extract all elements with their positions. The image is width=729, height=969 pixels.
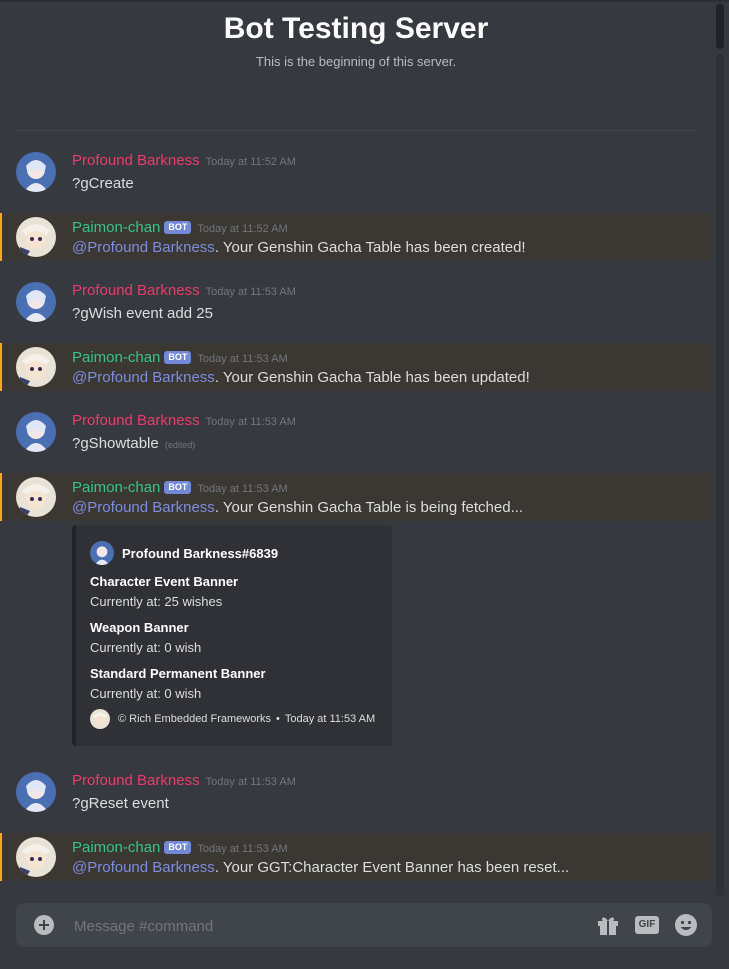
- gif-icon[interactable]: GIF: [635, 916, 659, 934]
- user-mention[interactable]: @Profound Barkness: [72, 499, 215, 516]
- username[interactable]: Profound Barkness: [72, 412, 200, 429]
- timestamp: Today at 11:53 AM: [197, 843, 288, 855]
- message-content: ?gCreate: [72, 175, 134, 192]
- embed-footer-separator: •: [276, 713, 280, 725]
- embed-field-value: Currently at: 0 wish: [90, 686, 202, 701]
- message-input[interactable]: [72, 903, 576, 949]
- message-text: ?gShowtable: [72, 435, 159, 452]
- embed-footer-text: © Rich Embedded Frameworks: [118, 713, 271, 725]
- embed-footer: © Rich Embedded Frameworks • Today at 11…: [90, 709, 375, 729]
- embed-field-value: Currently at: 0 wish: [90, 640, 202, 655]
- message-content: @Profound Barkness. Your Genshin Gacha T…: [72, 499, 523, 516]
- message-content: ?gReset event: [72, 795, 169, 812]
- message-header: Paimon-chan BOT Today at 11:53 AM: [72, 479, 288, 497]
- user-avatar-icon[interactable]: [16, 412, 56, 452]
- embed-field-value: Currently at: 25 wishes: [90, 594, 223, 609]
- server-title: Bot Testing Server: [223, 12, 489, 45]
- bot-avatar-icon[interactable]: [16, 217, 56, 257]
- bot-tag: BOT: [164, 841, 192, 854]
- message-content: @Profound Barkness. Your Genshin Gacha T…: [72, 369, 530, 386]
- message-item-mentioned[interactable]: Paimon-chan BOT Today at 11:53 AM @Profoun…: [0, 833, 712, 881]
- message-content: @Profound Barkness. Your Genshin Gacha T…: [72, 239, 526, 256]
- username[interactable]: Profound Barkness: [72, 282, 200, 299]
- bot-username[interactable]: Paimon-chan: [72, 839, 160, 856]
- timestamp: Today at 11:53 AM: [197, 483, 288, 495]
- user-avatar-icon[interactable]: [16, 152, 56, 192]
- message-content: ?gShowtable (edited): [72, 435, 195, 452]
- bot-tag: BOT: [164, 221, 192, 234]
- message-text: . Your Genshin Gacha Table has been crea…: [214, 239, 526, 256]
- embed-author-name: Profound Barkness#6839: [122, 545, 279, 561]
- embed-author-avatar-icon[interactable]: [90, 541, 114, 565]
- username[interactable]: Profound Barkness: [72, 772, 200, 789]
- message-content: @Profound Barkness. Your GGT:Character E…: [72, 859, 569, 876]
- server-subtitle: This is the beginning of this server.: [255, 54, 457, 69]
- user-avatar-icon[interactable]: [16, 772, 56, 812]
- message-item-mentioned[interactable]: Paimon-chan BOT Today at 11:53 AM @Profoun…: [0, 343, 712, 391]
- embed-field-name: Standard Permanent Banner: [90, 666, 266, 681]
- message-item-mentioned[interactable]: Paimon-chan BOT Today at 11:53 AM @Profoun…: [0, 473, 712, 521]
- channel-header: Bot Testing Server This is the beginning…: [0, 10, 712, 69]
- message-header: Paimon-chan BOT Today at 11:52 AM: [72, 219, 288, 237]
- user-mention[interactable]: @Profound Barkness: [72, 369, 215, 386]
- scrollbar-thumb[interactable]: [716, 4, 724, 49]
- bot-avatar-icon[interactable]: [16, 347, 56, 387]
- bot-avatar-icon[interactable]: [16, 477, 56, 517]
- embed-field-name: Weapon Banner: [90, 620, 189, 635]
- user-mention[interactable]: @Profound Barkness: [72, 859, 215, 876]
- message-header: Profound Barkness Today at 11:53 AM: [72, 772, 296, 790]
- bot-username[interactable]: Paimon-chan: [72, 479, 160, 496]
- top-border: [0, 0, 729, 2]
- message-item[interactable]: Profound Barkness Today at 11:53 AM ?gSho…: [0, 400, 712, 464]
- message-header: Paimon-chan BOT Today at 11:53 AM: [72, 349, 288, 367]
- message-content: ?gWish event add 25: [72, 305, 213, 322]
- message-item-mentioned[interactable]: Paimon-chan BOT Today at 11:52 AM @Profoun…: [0, 213, 712, 261]
- bot-username[interactable]: Paimon-chan: [72, 219, 160, 236]
- bot-tag: BOT: [164, 481, 192, 494]
- username[interactable]: Profound Barkness: [72, 152, 200, 169]
- message-text: . Your Genshin Gacha Table has been upda…: [214, 369, 530, 386]
- emoji-icon[interactable]: [674, 913, 698, 937]
- timestamp: Today at 11:53 AM: [205, 776, 296, 788]
- rich-embed: Profound Barkness#6839 Character Event B…: [72, 525, 392, 746]
- gift-icon[interactable]: [596, 914, 620, 936]
- embed-author: Profound Barkness#6839: [90, 541, 278, 565]
- timestamp: Today at 11:52 AM: [205, 156, 296, 168]
- bot-avatar-icon[interactable]: [16, 837, 56, 877]
- chat-window: Bot Testing Server This is the beginning…: [0, 0, 729, 969]
- message-text: . Your Genshin Gacha Table is being fetc…: [214, 499, 524, 516]
- bot-username[interactable]: Paimon-chan: [72, 349, 160, 366]
- message-header: Paimon-chan BOT Today at 11:53 AM: [72, 839, 288, 857]
- message-text: . Your GGT:Character Event Banner has be…: [214, 859, 570, 876]
- user-avatar-icon[interactable]: [16, 282, 56, 322]
- header-divider: [16, 130, 696, 131]
- embed-footer-icon: [90, 709, 110, 729]
- timestamp: Today at 11:52 AM: [197, 223, 288, 235]
- message-item[interactable]: Profound Barkness Today at 11:52 AM ?gCre…: [0, 140, 712, 204]
- message-header: Profound Barkness Today at 11:52 AM: [72, 152, 296, 170]
- message-composer: GIF: [16, 903, 712, 949]
- add-attachment-icon[interactable]: [34, 915, 54, 935]
- embed-field-name: Character Event Banner: [90, 574, 239, 589]
- scrollbar-track[interactable]: [716, 54, 724, 896]
- edited-label: (edited): [164, 440, 196, 450]
- message-header: Profound Barkness Today at 11:53 AM: [72, 282, 296, 300]
- message-item[interactable]: Profound Barkness Today at 11:53 AM ?gWis…: [0, 270, 712, 334]
- message-header: Profound Barkness Today at 11:53 AM: [72, 412, 296, 430]
- scrollbar[interactable]: [715, 2, 725, 896]
- embed-footer-time: Today at 11:53 AM: [284, 713, 376, 725]
- message-item[interactable]: Profound Barkness Today at 11:53 AM ?gRes…: [0, 760, 712, 824]
- bot-tag: BOT: [164, 351, 192, 364]
- user-mention[interactable]: @Profound Barkness: [72, 239, 215, 256]
- timestamp: Today at 11:53 AM: [205, 286, 296, 298]
- timestamp: Today at 11:53 AM: [197, 353, 288, 365]
- timestamp: Today at 11:53 AM: [205, 416, 296, 428]
